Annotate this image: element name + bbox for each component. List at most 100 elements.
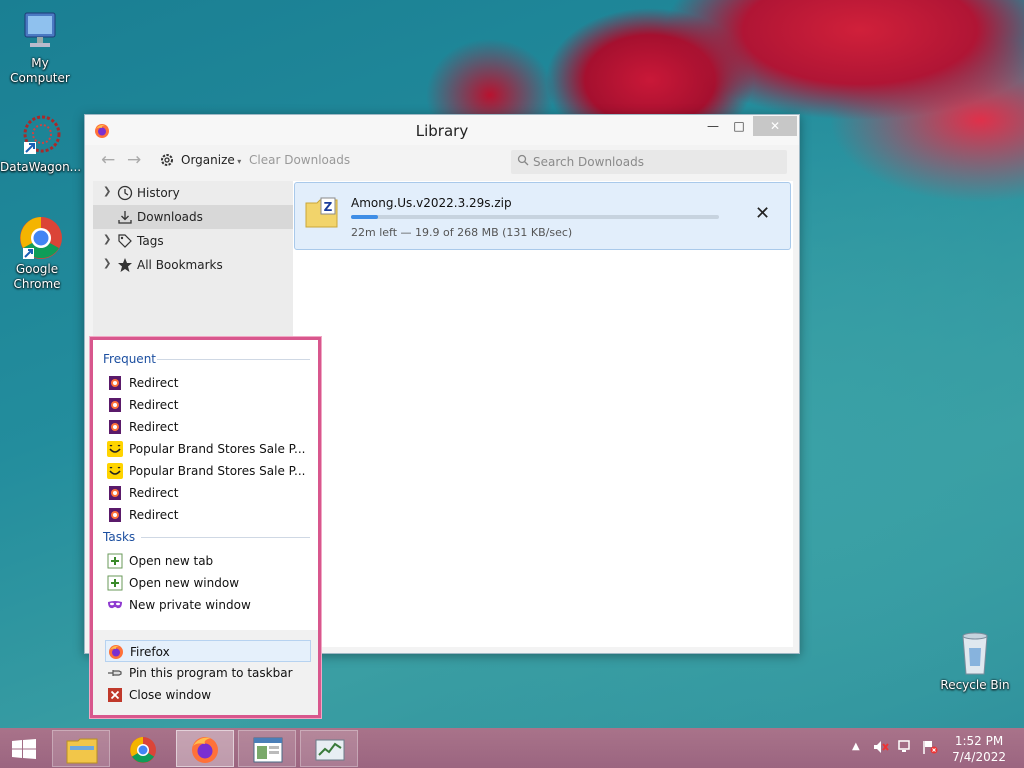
twisty-icon[interactable]: ❯ <box>103 186 111 197</box>
taskbar-firefox[interactable] <box>176 730 234 767</box>
clock-date: 7/4/2022 <box>952 750 1006 764</box>
download-status: 22m left — 19.9 of 268 MB (131 KB/sec) <box>351 226 573 239</box>
desktop-icon-datawagon[interactable]: DataWagon... <box>0 112 82 175</box>
star-icon <box>117 257 133 273</box>
cancel-download-icon[interactable]: ✕ <box>755 203 770 224</box>
jumplist-item-redirect[interactable]: Redirect <box>105 394 311 416</box>
redirect-page-icon <box>107 485 123 501</box>
clock-icon <box>117 185 133 201</box>
sidebar-item-label: All Bookmarks <box>137 258 223 272</box>
desktop-icon-label: Google Chrome <box>13 262 61 291</box>
redirect-page-icon <box>107 397 123 413</box>
jumplist-item-label: Redirect <box>129 376 179 390</box>
back-arrow-icon[interactable]: ← <box>101 150 115 170</box>
network-icon[interactable] <box>898 740 914 757</box>
datawagon-icon <box>16 112 64 158</box>
close-window-icon <box>107 687 123 703</box>
download-filename: Among.Us.v2022.3.29s.zip <box>351 196 512 210</box>
redirect-page-icon <box>107 507 123 523</box>
sidebar-item-downloads[interactable]: Downloads <box>93 205 293 229</box>
taskbar-monitor-app[interactable] <box>300 730 358 767</box>
chevron-down-icon: ▾ <box>234 157 242 166</box>
minimize-button[interactable]: — <box>699 116 727 136</box>
taskbar-clock[interactable]: 1:52 PM 7/4/2022 <box>952 733 1006 765</box>
search-placeholder: Search Downloads <box>533 155 644 169</box>
desktop-icon-label: DataWagon... <box>0 160 82 174</box>
tag-icon <box>117 233 133 249</box>
redirect-page-icon <box>107 419 123 435</box>
close-button[interactable]: ✕ <box>753 116 797 136</box>
jumplist-item-open-new-tab[interactable]: Open new tab <box>105 550 311 572</box>
jumplist-item-label: Redirect <box>129 508 179 522</box>
jumplist-item-label: Open new tab <box>129 554 214 568</box>
divider <box>141 537 310 538</box>
desktop-icon-my-computer[interactable]: My Computer <box>0 8 80 86</box>
desktop-icon-label: Recycle Bin <box>940 678 1010 692</box>
sidebar-item-history[interactable]: ❯ History <box>93 181 293 205</box>
redirect-page-icon <box>107 375 123 391</box>
search-downloads-input[interactable]: Search Downloads <box>511 150 787 174</box>
jumplist-item-redirect[interactable]: Redirect <box>105 372 311 394</box>
jumplist-item-label: Popular Brand Stores Sale P... <box>129 464 306 478</box>
jumplist-item-redirect[interactable]: Redirect <box>105 416 311 438</box>
jumplist-item-popular-brand-stores-sale-p[interactable]: Popular Brand Stores Sale P... <box>105 438 311 460</box>
jumplist-item-popular-brand-stores-sale-p[interactable]: Popular Brand Stores Sale P... <box>105 460 311 482</box>
jumplist-section-tasks: Tasks <box>103 530 136 544</box>
forward-arrow-icon[interactable]: → <box>127 150 141 170</box>
sidebar-item-label: Tags <box>137 234 164 248</box>
desktop-icon-google-chrome[interactable]: Google Chrome <box>0 214 79 292</box>
jumplist-item-label: Redirect <box>129 398 179 412</box>
jumplist-item-label: Open new window <box>129 576 240 590</box>
jumplist-item-close-window[interactable]: Close window <box>105 684 311 706</box>
firefox-jumplist: Frequent Redirect Redirect Redirect Popular… <box>90 337 321 718</box>
jumplist-item-label: Popular Brand Stores Sale P... <box>129 442 306 456</box>
jumplist-item-open-new-window[interactable]: Open new window <box>105 572 311 594</box>
sidebar-item-tags[interactable]: ❯ Tags <box>93 229 293 253</box>
show-hidden-icons-icon[interactable]: ▲ <box>852 741 860 752</box>
performance-monitor-icon <box>315 737 345 766</box>
jumplist-item-redirect[interactable]: Redirect <box>105 482 311 504</box>
zip-file-icon: Z <box>305 197 339 232</box>
twisty-icon[interactable]: ❯ <box>103 234 111 245</box>
jumplist-item-label: Pin this program to taskbar <box>129 666 293 680</box>
start-button[interactable] <box>0 730 48 767</box>
pin-icon <box>107 665 123 681</box>
maximize-button[interactable]: □ <box>725 116 753 136</box>
jumplist-item-label: New private window <box>129 598 251 612</box>
window-title: Library <box>415 122 469 140</box>
computer-icon <box>16 8 64 54</box>
jumplist-item-label: Redirect <box>129 420 179 434</box>
desktop-icon-recycle-bin[interactable]: Recycle Bin <box>935 630 1015 693</box>
taskbar: ▲ 1:52 PM 7/4/2022 <box>0 728 1024 768</box>
jumplist-item-new-private-window[interactable]: New private window <box>105 594 311 616</box>
window-titlebar[interactable]: Library — □ ✕ <box>85 115 799 145</box>
taskbar-chrome[interactable] <box>114 730 172 767</box>
volume-muted-icon[interactable] <box>873 740 889 757</box>
taskbar-file-explorer[interactable] <box>52 730 110 767</box>
smiley-shop-icon <box>107 463 123 479</box>
private-mask-icon <box>107 597 123 613</box>
library-toolbar: ← → Organize ▾ Clear Downloads Search Do… <box>93 147 791 177</box>
taskbar-app-window[interactable] <box>238 730 296 767</box>
jumplist-footer: Firefox Pin this program to taskbar Close … <box>93 630 318 715</box>
chrome-icon <box>15 214 63 260</box>
app-window-icon <box>253 737 283 766</box>
firefox-icon <box>108 644 124 660</box>
organize-menu-button[interactable]: Organize ▾ <box>181 153 241 167</box>
sidebar-item-all-bookmarks[interactable]: ❯ All Bookmarks <box>93 253 293 277</box>
twisty-icon[interactable]: ❯ <box>103 258 111 269</box>
download-item[interactable]: Z Among.Us.v2022.3.29s.zip 22m left — 19… <box>294 182 791 250</box>
gear-icon <box>159 152 175 171</box>
action-center-flag-icon[interactable] <box>922 740 938 757</box>
jumplist-item-pin-this-program-to-taskbar[interactable]: Pin this program to taskbar <box>105 662 311 684</box>
jumplist-item-firefox[interactable]: Firefox <box>105 640 311 662</box>
folder-icon <box>66 736 98 767</box>
new-window-icon <box>107 575 123 591</box>
desktop-icon-label: My Computer <box>10 56 70 85</box>
search-icon <box>517 154 529 169</box>
firefox-icon <box>190 735 220 768</box>
download-progress-fill <box>351 215 379 219</box>
recycle-bin-icon <box>951 630 999 676</box>
clear-downloads-button[interactable]: Clear Downloads <box>249 153 350 167</box>
jumplist-item-redirect[interactable]: Redirect <box>105 504 311 526</box>
